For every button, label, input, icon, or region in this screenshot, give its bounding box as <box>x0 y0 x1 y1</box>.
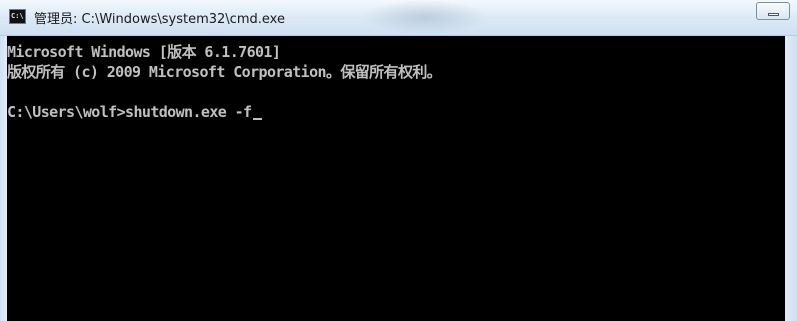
title-bar-glass <box>360 0 490 34</box>
console-line-copyright: 版权所有 (c) 2009 Microsoft Corporation。保留所有… <box>7 63 442 81</box>
window-frame-left <box>0 36 7 321</box>
console-line-version: Microsoft Windows [版本 6.1.7601] <box>7 43 281 61</box>
title-bar[interactable]: C:\ 管理员: C:\Windows\system32\cmd.exe <box>0 0 797 36</box>
minimize-icon <box>768 13 779 16</box>
window-frame-right <box>785 36 797 321</box>
window-title: 管理员: C:\Windows\system32\cmd.exe <box>34 12 285 27</box>
cmd-icon[interactable]: C:\ <box>9 9 26 24</box>
text-cursor <box>252 118 262 120</box>
console-output[interactable]: Microsoft Windows [版本 6.1.7601] 版权所有 (c)… <box>7 36 785 321</box>
prompt-command-text: C:\Users\wolf>shutdown.exe -f <box>7 103 252 121</box>
console-line-prompt[interactable]: C:\Users\wolf>shutdown.exe -f <box>7 102 785 122</box>
cmd-window: C:\ 管理员: C:\Windows\system32\cmd.exe Mic… <box>0 0 797 321</box>
minimize-button[interactable] <box>756 2 790 20</box>
